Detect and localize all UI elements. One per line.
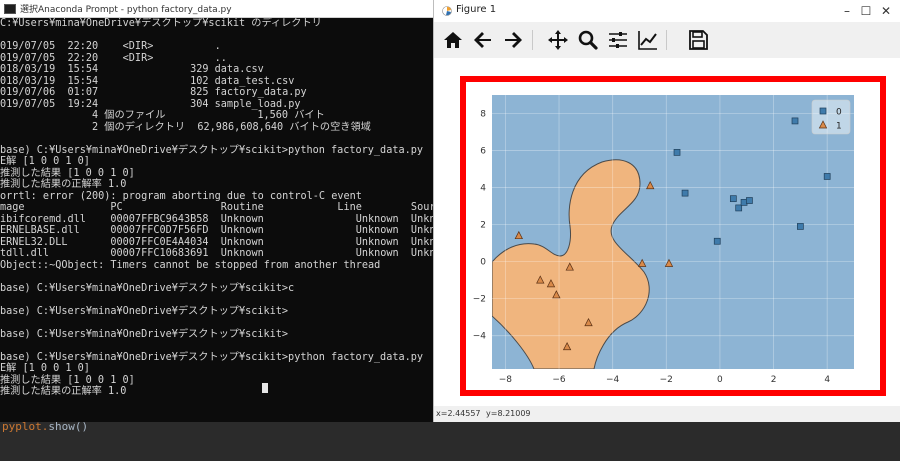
terminal-icon bbox=[4, 4, 16, 14]
red-annotation-frame bbox=[460, 76, 886, 396]
home-button[interactable] bbox=[441, 28, 465, 52]
edit-axis-button[interactable] bbox=[636, 28, 660, 52]
console-titlebar[interactable]: 選択Anaconda Prompt - python factory_data.… bbox=[0, 0, 435, 18]
zoom-button[interactable] bbox=[576, 28, 600, 52]
subplots-config-icon bbox=[609, 32, 627, 48]
cursor-y-readout: y=8.21009 bbox=[486, 409, 531, 418]
figure-titlebar[interactable]: Figure 1 – ☐ ✕ bbox=[434, 0, 900, 22]
code-call: show() bbox=[48, 420, 89, 433]
console-line: 018/03/19 15:54 329 data.csv bbox=[0, 64, 264, 75]
save-button[interactable] bbox=[686, 28, 710, 52]
console-line: E解 [1 0 0 1 0] bbox=[0, 156, 90, 167]
console-line: 018/03/19 15:54 102 data_test.csv bbox=[0, 75, 295, 87]
console-line: ERNELBASE.dll 00007FFC0D7F56FD Unknown U… bbox=[0, 225, 435, 236]
console-line: Object::~QObject: Timers cannot be stopp… bbox=[0, 259, 381, 271]
text-cursor bbox=[262, 383, 268, 393]
console-line: 推測した結果の正解率 1.0 bbox=[0, 179, 127, 190]
pan-move-icon bbox=[548, 30, 568, 50]
console-line: base) C:¥Users¥mina¥OneDrive¥デスクトップ¥scik… bbox=[0, 144, 423, 156]
console-line: 019/07/05 22:20 <DIR> .. bbox=[0, 52, 227, 64]
code-prefix: pyplot. bbox=[2, 420, 49, 433]
console-title: 選択Anaconda Prompt - python factory_data.… bbox=[20, 5, 232, 15]
zoom-magnifier-icon bbox=[578, 30, 598, 50]
figure-title: Figure 1 bbox=[456, 4, 497, 15]
forward-arrow-icon bbox=[505, 32, 522, 48]
code-line[interactable]: pyplot.show() bbox=[2, 420, 88, 433]
console-line: 2 個のディレクトリ 62,986,608,640 バイトの空き領域 bbox=[0, 121, 371, 133]
home-icon bbox=[444, 32, 462, 48]
console-line: 推測した結果の正解率 1.0 bbox=[0, 386, 127, 397]
matplotlib-logo-icon bbox=[442, 6, 452, 16]
console-line: tdll.dll 00007FFC10683691 Unknown Unknow… bbox=[0, 248, 435, 259]
console-line: ERNEL32.DLL 00007FFC0E4A4034 Unknown Unk… bbox=[0, 236, 435, 248]
console-line: base) C:¥Users¥mina¥OneDrive¥デスクトップ¥scik… bbox=[0, 282, 295, 294]
close-button[interactable]: ✕ bbox=[868, 0, 900, 22]
console-line: 019/07/05 19:24 304 sample_load.py bbox=[0, 98, 301, 110]
console-line: 推測した結果 [1 0 0 1 0] bbox=[0, 374, 135, 386]
console-line: base) C:¥Users¥mina¥OneDrive¥デスクトップ¥scik… bbox=[0, 351, 423, 363]
console-output[interactable]: C:¥Users¥mina¥OneDrive¥デスクトップ¥scikit のディ… bbox=[0, 18, 435, 418]
status-bar: x=2.44557 y=8.21009 bbox=[434, 406, 900, 422]
console-line: mage PC Routine Line Source bbox=[0, 202, 435, 213]
console-line: 推測した結果 [1 0 0 1 0] bbox=[0, 167, 135, 179]
console-line: base) C:¥Users¥mina¥OneDrive¥デスクトップ¥scik… bbox=[0, 328, 289, 340]
console-line: orrtl: error (200): program aborting due… bbox=[0, 190, 362, 202]
console-line: ibifcoremd.dll 00007FFBC9643B58 Unknown … bbox=[0, 213, 435, 225]
forward-button[interactable] bbox=[501, 28, 525, 52]
back-arrow-icon bbox=[474, 32, 491, 48]
console-line: 019/07/05 22:20 <DIR> . bbox=[0, 41, 221, 52]
code-editor-strip[interactable]: pyplot.show() bbox=[0, 420, 900, 461]
console-line: E解 [1 0 0 1 0] bbox=[0, 363, 90, 374]
console-line: 4 個のファイル 1,560 バイト bbox=[0, 110, 325, 121]
console-line: C:¥Users¥mina¥OneDrive¥デスクトップ¥scikit のディ… bbox=[0, 18, 322, 29]
figure-toolbar bbox=[434, 22, 900, 58]
edit-axis-icon bbox=[638, 31, 657, 50]
pan-button[interactable] bbox=[546, 28, 570, 52]
anaconda-prompt-window[interactable]: 選択Anaconda Prompt - python factory_data.… bbox=[0, 0, 435, 422]
toolbar-separator bbox=[666, 30, 667, 50]
console-line: base) C:¥Users¥mina¥OneDrive¥デスクトップ¥scik… bbox=[0, 305, 289, 317]
subplots-button[interactable] bbox=[606, 28, 630, 52]
back-button[interactable] bbox=[471, 28, 495, 52]
save-floppy-icon bbox=[689, 30, 708, 50]
toolbar-separator bbox=[532, 30, 533, 50]
cursor-x-readout: x=2.44557 bbox=[436, 409, 481, 418]
console-line: 019/07/06 01:07 825 factory_data.py bbox=[0, 87, 307, 98]
